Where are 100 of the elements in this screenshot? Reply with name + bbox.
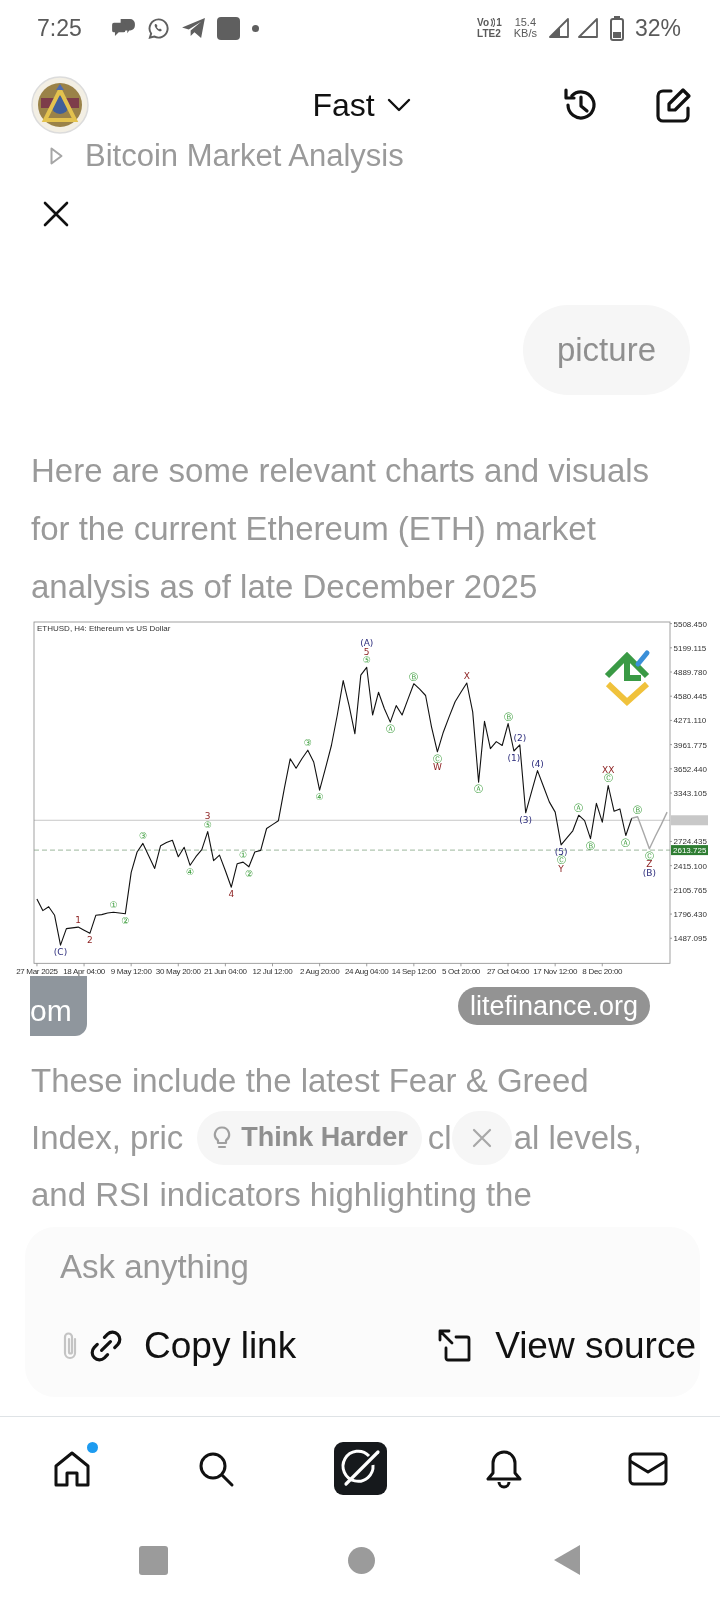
wave-label: ③	[303, 738, 312, 749]
wave-label: Y	[558, 863, 564, 874]
chat-bubbles-icon	[111, 18, 135, 38]
wave-label: ④	[186, 867, 195, 878]
battery-icon	[609, 15, 624, 41]
response-text: cl	[427, 1118, 452, 1158]
waves-icon	[490, 18, 496, 27]
lightbulb-icon	[213, 1125, 232, 1150]
y-axis-label: 2105.765	[673, 885, 707, 895]
wave-label: Ⓑ	[409, 671, 419, 682]
x-axis-label: 18 Apr 04:00	[63, 966, 105, 976]
wave-label: Ⓑ	[633, 804, 643, 815]
chevron-down-icon	[386, 98, 411, 112]
wave-label: 2	[87, 935, 93, 946]
x-axis-label: 21 Jun 04:00	[204, 966, 247, 976]
wave-label: Ⓐ	[474, 784, 484, 795]
price-tag: 2613.725	[671, 845, 708, 856]
x-axis-label: 8 Dec 20:00	[582, 966, 623, 976]
y-axis-label: 3961.775	[673, 740, 707, 750]
battery-percent: 32%	[634, 14, 681, 42]
wave-label: ⑤	[203, 819, 212, 830]
square-nav-icon[interactable]	[139, 1545, 168, 1575]
x-axis-label: 17 Nov 12:00	[533, 966, 578, 976]
network-type: LTE2	[477, 28, 502, 39]
app-square-icon	[216, 16, 240, 40]
speed-value: 15.4	[514, 17, 537, 28]
wave-label: XX	[602, 764, 615, 775]
speed-unit: KB/s	[513, 28, 537, 39]
slashed-circle-tile-icon[interactable]	[333, 1442, 387, 1495]
wave-label: W	[432, 762, 442, 773]
wave-label: (A)	[360, 638, 374, 649]
clock-time: 7:25	[37, 14, 82, 42]
y-axis-label: 3652.440	[673, 764, 707, 774]
x-axis-label: 24 Aug 04:00	[344, 966, 389, 976]
chart-title: ETHUSD, H4: Ethereum vs US Dollar	[37, 624, 171, 633]
response-text: These include the latest Fear & Greed	[31, 1061, 590, 1101]
wave-label: Ⓒ	[644, 850, 654, 861]
y-axis-label: 1487.095	[673, 934, 707, 944]
x-axis-label: 2 Aug 20:00	[299, 966, 340, 976]
response-text: Index, pric	[31, 1118, 184, 1158]
wave-label: (B)	[642, 867, 656, 878]
edit-icon[interactable]	[655, 86, 692, 124]
wave-label: 1	[75, 915, 82, 926]
wave-label: Ⓑ	[586, 840, 595, 851]
x-axis-label: 14 Sep 12:00	[391, 966, 436, 976]
conversation-title: Bitcoin Market Analysis	[85, 140, 404, 172]
back-icon[interactable]	[554, 1545, 580, 1575]
circle-nav-icon[interactable]	[347, 1546, 375, 1574]
wave-label: ⑤	[362, 655, 371, 666]
wave-label: ②	[121, 915, 130, 926]
close-icon[interactable]	[43, 201, 69, 227]
wave-label: (C)	[53, 947, 68, 958]
user-message: picture	[522, 305, 690, 395]
bell-icon[interactable]	[486, 1448, 522, 1489]
copy-link-button[interactable]: Copy link	[87, 1325, 297, 1367]
y-axis-label: 5508.450	[673, 619, 707, 629]
wave-label: Ⓑ	[503, 711, 513, 722]
wave-label: 3	[204, 811, 211, 822]
avatar-emblem-icon[interactable]	[31, 76, 89, 134]
x-axis-label: 9 May 12:00	[110, 966, 152, 976]
play-icon	[50, 147, 63, 165]
paper-plane-icon	[181, 18, 205, 38]
y-axis-label: 4580.445	[673, 692, 707, 702]
wave-label: (3)	[519, 814, 533, 825]
x-axis-label: 30 May 20:00	[155, 966, 201, 976]
response-text: and RSI indicators highlighting the	[31, 1175, 533, 1215]
wave-label: Ⓒ	[432, 753, 442, 764]
message-input[interactable]: Ask anything	[60, 1247, 460, 1287]
view-source-button[interactable]: View source	[438, 1325, 696, 1367]
y-axis-label: 2415.100	[673, 861, 707, 871]
x-axis-label: 27 Oct 04:00	[486, 966, 530, 976]
signal-icon	[577, 18, 598, 38]
x-axis-label: 12 Jul 12:00	[252, 966, 293, 976]
sim-label: 1	[496, 17, 502, 28]
wave-label: 5	[363, 646, 370, 657]
response-text: Here are some relevant charts and visuals for the current Ethereum (ETH) market analysis as of late December 2025	[31, 451, 651, 607]
price-tag	[671, 815, 708, 826]
model-selector[interactable]: Fast	[312, 86, 411, 124]
wave-label: Ⓐ	[621, 837, 631, 848]
y-axis-label: 4889.780	[673, 667, 707, 677]
response-text: al levels,	[513, 1118, 643, 1158]
wave-label: 4	[228, 889, 235, 900]
wave-label: Ⓒ	[603, 773, 613, 784]
y-axis-label: 1796.430	[673, 909, 707, 919]
wave-label: Ⓐ	[574, 803, 584, 814]
wave-label: (2)	[513, 732, 527, 743]
wave-label: ②	[244, 868, 253, 879]
phone-bubble-icon	[146, 16, 170, 40]
signal-icon	[548, 18, 569, 38]
x-axis-label: 27 Mar 2025	[16, 966, 58, 976]
mail-icon[interactable]	[628, 1451, 668, 1486]
wave-label: Z	[646, 859, 653, 870]
wave-label: Ⓐ	[385, 724, 395, 735]
y-axis-label: 2724.435	[673, 837, 707, 847]
y-axis-label: 4271.110	[673, 716, 707, 726]
wave-label: (4)	[531, 758, 544, 769]
wave-label: ①	[109, 900, 118, 911]
dot-icon	[251, 24, 259, 32]
y-axis-label: 3343.105	[673, 788, 707, 798]
x-axis-label: 5 Oct 20:00	[441, 966, 480, 976]
